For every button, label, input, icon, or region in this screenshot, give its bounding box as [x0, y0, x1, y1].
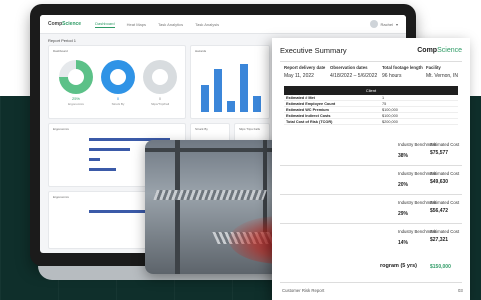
- hazards-bar[interactable]: [214, 69, 222, 112]
- beam: [175, 140, 180, 274]
- report-period-title: Report Period 1: [48, 38, 77, 43]
- hazards-bar[interactable]: [240, 64, 248, 112]
- ergonomics-value: 25%: [71, 96, 80, 101]
- page-number: 03: [458, 288, 463, 293]
- divider: [280, 282, 462, 283]
- benchmark-row: Industry Benchmark 14% Estimated Cost $2…: [398, 229, 460, 246]
- hazards-bar[interactable]: [201, 85, 209, 112]
- divider: [280, 194, 462, 195]
- slips-value: 0: [158, 96, 162, 101]
- slips-donut[interactable]: [143, 60, 177, 94]
- tab-dashboard[interactable]: Dashboard: [95, 21, 115, 28]
- client-table-header: Client: [284, 86, 458, 95]
- divider: [280, 61, 462, 62]
- avatar: [369, 20, 378, 28]
- table-row: Total Cost of Risk (TCOR) $200,000: [284, 119, 458, 126]
- meta-footage: Total footage length 96 hours: [382, 65, 423, 79]
- sheet-title: Executive Summary: [280, 45, 347, 55]
- ergonomics-donut[interactable]: [59, 60, 93, 94]
- divider: [280, 223, 462, 224]
- safety-card: Dashboard 25% 0 0 Ergonomics Struck By S…: [48, 45, 186, 119]
- sheet-header: Executive Summary CompScience: [272, 38, 470, 62]
- sheet-logo: CompScience: [417, 46, 462, 54]
- benchmark-row: Industry Benchmark 20% Estimated Cost $4…: [398, 171, 460, 188]
- footer-label: Customer Risk Report: [282, 288, 325, 293]
- ergonomics-bar[interactable]: [89, 168, 116, 171]
- ergonomics-bar[interactable]: [89, 158, 100, 161]
- hazards-card: Hazards: [190, 45, 270, 119]
- app-logo: CompScience: [48, 21, 82, 27]
- meta-facility: Facility Mt. Vernon, IN: [426, 65, 458, 79]
- program-label: rogram (5 yrs): [380, 263, 417, 269]
- meta-delivery-date: Report delivery date May 11, 2022: [284, 65, 326, 79]
- hazards-bar[interactable]: [253, 96, 261, 112]
- tab-heat-maps[interactable]: Heat Maps: [127, 22, 146, 27]
- executive-summary-sheet: Executive Summary CompScience Report del…: [272, 38, 470, 300]
- tab-task-analysis[interactable]: Task Analysis: [195, 22, 219, 27]
- user-name: Rachel: [380, 21, 393, 27]
- conveyor: [153, 190, 267, 200]
- program-value: $150,000: [430, 264, 451, 270]
- ergonomics-bar[interactable]: [89, 148, 130, 151]
- struck-by-donut[interactable]: [101, 60, 135, 94]
- client-table: Client Estimated # Met 1 Estimated Employ…: [284, 86, 458, 126]
- app-header: CompScience Dashboard Heat Maps Task Ana…: [40, 15, 406, 34]
- user-menu[interactable]: Rachel ▾: [369, 20, 398, 28]
- benchmark-row: Industry Benchmark 29% Estimated Cost $5…: [398, 200, 460, 217]
- chevron-down-icon: ▾: [395, 21, 398, 27]
- benchmark-row: Industry Benchmark 38% Estimated Cost $7…: [398, 142, 460, 159]
- tab-task-analytics[interactable]: Task Analytics: [158, 22, 183, 27]
- struck-by-value: 0: [116, 96, 120, 101]
- meta-observation-dates: Observation dates 4/18/2022 – 5/6/2022: [330, 65, 378, 79]
- hazards-bar[interactable]: [227, 101, 235, 112]
- divider: [280, 165, 462, 166]
